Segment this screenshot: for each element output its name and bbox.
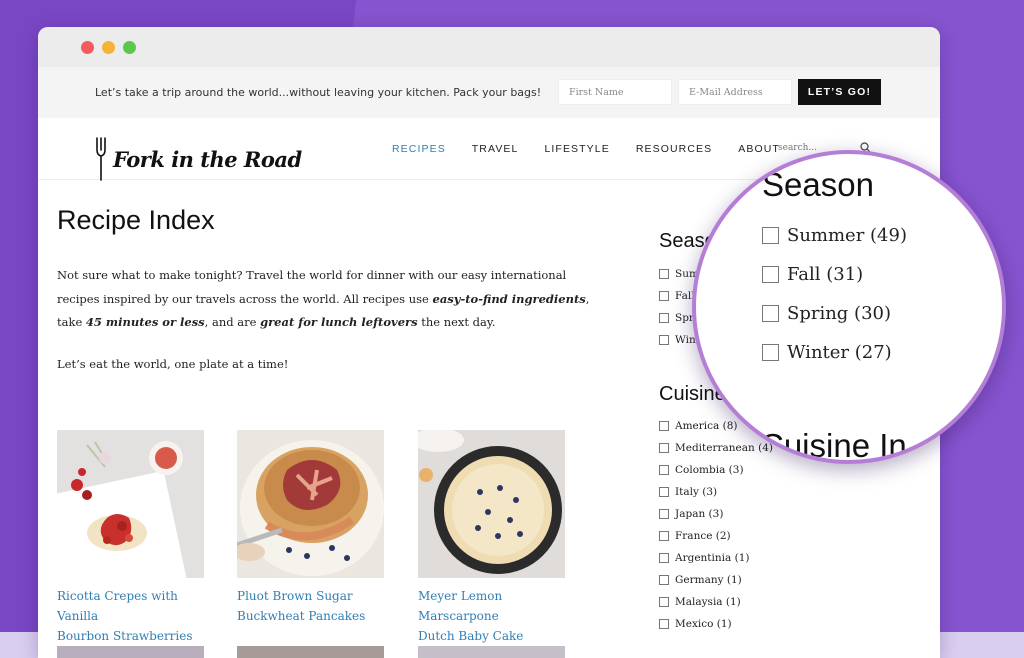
recipe-title-line[interactable]: Bourbon Strawberries <box>57 629 193 643</box>
cuisine-item-label: Japan (3) <box>675 508 724 520</box>
intro-emphasis: 45 minutes or less <box>85 315 205 329</box>
cuisine-item-label: Mediterranean (4) <box>675 442 773 454</box>
cuisine-item-label: Germany (1) <box>675 574 742 586</box>
checkbox[interactable] <box>659 509 669 519</box>
checkbox[interactable] <box>659 269 669 279</box>
checkbox[interactable] <box>659 313 669 323</box>
main-nav: RECIPES TRAVEL LIFESTYLE RESOURCES ABOUT <box>392 143 806 155</box>
checkbox[interactable] <box>659 553 669 563</box>
cuisine-item[interactable]: Italy (3) <box>659 481 859 503</box>
season-filter-magnifier: Season Summer (49) Fall (31) Spring (30)… <box>692 150 1006 464</box>
recipe-title[interactable]: Pluot Brown Sugar Buckwheat Pancakes <box>237 586 384 626</box>
cuisine-item-label: Malaysia (1) <box>675 596 741 608</box>
nav-lifestyle[interactable]: LIFESTYLE <box>544 143 609 155</box>
magnified-season-label: Spring (30) <box>787 303 892 324</box>
checkbox[interactable] <box>659 421 669 431</box>
intro-text: the next day. <box>417 315 496 329</box>
recipe-image-crepes[interactable] <box>57 430 204 578</box>
maximize-window-button[interactable] <box>123 40 136 54</box>
cuisine-item-label: America (8) <box>675 420 738 432</box>
tagline: Let’s eat the world, one plate at a time… <box>57 356 289 371</box>
recipe-index-intro: Recipe Index Not sure what to make tonig… <box>57 205 597 371</box>
magnified-season-label: Winter (27) <box>787 342 892 363</box>
email-placeholder: E-Mail Address <box>689 86 763 98</box>
checkbox[interactable] <box>659 335 669 345</box>
magnified-season-list: Summer (49) Fall (31) Spring (30) Winter… <box>762 216 907 372</box>
newsletter-text: Let’s take a trip around the world...wit… <box>95 86 542 99</box>
recipe-title-line[interactable]: Ricotta Crepes with Vanilla <box>57 589 178 623</box>
email-input[interactable]: E-Mail Address <box>678 79 792 105</box>
magnified-season-filter: Season Summer (49) Fall (31) Spring (30)… <box>762 166 907 372</box>
recipe-title-line[interactable]: Dutch Baby Cake <box>418 629 523 643</box>
checkbox[interactable] <box>762 266 779 283</box>
cuisine-item[interactable]: Argentinia (1) <box>659 547 859 569</box>
cuisine-item-label: Italy (3) <box>675 486 718 498</box>
checkbox[interactable] <box>762 305 779 322</box>
magnified-season-item[interactable]: Fall (31) <box>762 255 907 294</box>
magnified-season-label: Summer (49) <box>787 225 907 246</box>
newsletter-bar: Let’s take a trip around the world...wit… <box>38 67 940 118</box>
logo-text: Fork in the Road <box>113 146 302 172</box>
recipe-title[interactable]: Meyer Lemon Marscarpone Dutch Baby Cake <box>418 586 565 646</box>
site-logo[interactable]: Fork in the Road <box>95 137 302 181</box>
first-name-placeholder: First Name <box>569 86 624 98</box>
cuisine-item[interactable]: Malaysia (1) <box>659 591 859 613</box>
recipe-card[interactable]: Ricotta Crepes with Vanilla Bourbon Straw… <box>57 430 204 646</box>
intro-emphasis: easy-to-find ingredients <box>432 291 586 306</box>
fork-icon <box>96 137 106 181</box>
first-name-input[interactable]: First Name <box>558 79 672 105</box>
recipe-image-pancakes[interactable] <box>237 430 384 578</box>
intro-text: , and are <box>204 315 261 329</box>
cuisine-item-label: Mexico (1) <box>675 618 732 630</box>
nav-recipes[interactable]: RECIPES <box>392 143 446 155</box>
checkbox[interactable] <box>659 443 669 453</box>
nav-about[interactable]: ABOUT <box>738 143 780 155</box>
recipe-title-line[interactable]: Meyer Lemon Marscarpone <box>418 589 502 623</box>
search-input[interactable]: search... <box>778 143 817 153</box>
cuisine-item[interactable]: Germany (1) <box>659 569 859 591</box>
recipe-image-dutch-baby[interactable] <box>418 430 565 578</box>
recipe-card[interactable]: Pluot Brown Sugar Buckwheat Pancakes <box>237 430 384 626</box>
cuisine-item-label: Argentinia (1) <box>675 552 750 564</box>
minimize-window-button[interactable] <box>102 40 115 54</box>
recipe-title[interactable]: Ricotta Crepes with Vanilla Bourbon Straw… <box>57 586 204 646</box>
checkbox[interactable] <box>659 291 669 301</box>
checkbox[interactable] <box>762 227 779 244</box>
checkbox[interactable] <box>659 575 669 585</box>
page-title: Recipe Index <box>57 205 215 235</box>
recipe-title-line[interactable]: Buckwheat Pancakes <box>237 609 365 623</box>
checkbox[interactable] <box>659 465 669 475</box>
magnified-season-heading: Season <box>762 166 874 203</box>
close-window-button[interactable] <box>81 40 94 54</box>
magnified-season-label: Fall (31) <box>787 264 864 285</box>
magnified-cuisine-heading: Cuisine In <box>760 427 907 464</box>
checkbox[interactable] <box>659 597 669 607</box>
cuisine-item-label: Colombia (3) <box>675 464 744 476</box>
lets-go-button[interactable]: LET’S GO! <box>798 79 881 105</box>
recipe-image-partial[interactable] <box>57 646 204 658</box>
checkbox[interactable] <box>659 619 669 629</box>
cuisine-item[interactable]: Japan (3) <box>659 503 859 525</box>
magnified-season-item[interactable]: Winter (27) <box>762 333 907 372</box>
checkbox[interactable] <box>762 344 779 361</box>
nav-resources[interactable]: RESOURCES <box>636 143 712 155</box>
cuisine-item[interactable]: France (2) <box>659 525 859 547</box>
cuisine-item-label: France (2) <box>675 530 731 542</box>
checkbox[interactable] <box>659 487 669 497</box>
cuisine-item[interactable]: Mexico (1) <box>659 613 859 635</box>
nav-travel[interactable]: TRAVEL <box>472 143 519 155</box>
intro-emphasis: great for lunch leftovers <box>260 315 418 329</box>
recipe-title-line[interactable]: Pluot Brown Sugar <box>237 589 353 603</box>
intro-paragraph: Not sure what to make tonight? Travel th… <box>57 264 597 335</box>
checkbox[interactable] <box>659 531 669 541</box>
magnified-season-item[interactable]: Spring (30) <box>762 294 907 333</box>
recipe-image-partial[interactable] <box>418 646 565 658</box>
magnified-season-item[interactable]: Summer (49) <box>762 216 907 255</box>
recipe-image-partial[interactable] <box>237 646 384 658</box>
window-titlebar <box>38 27 940 67</box>
recipe-card[interactable]: Meyer Lemon Marscarpone Dutch Baby Cake <box>418 430 565 646</box>
